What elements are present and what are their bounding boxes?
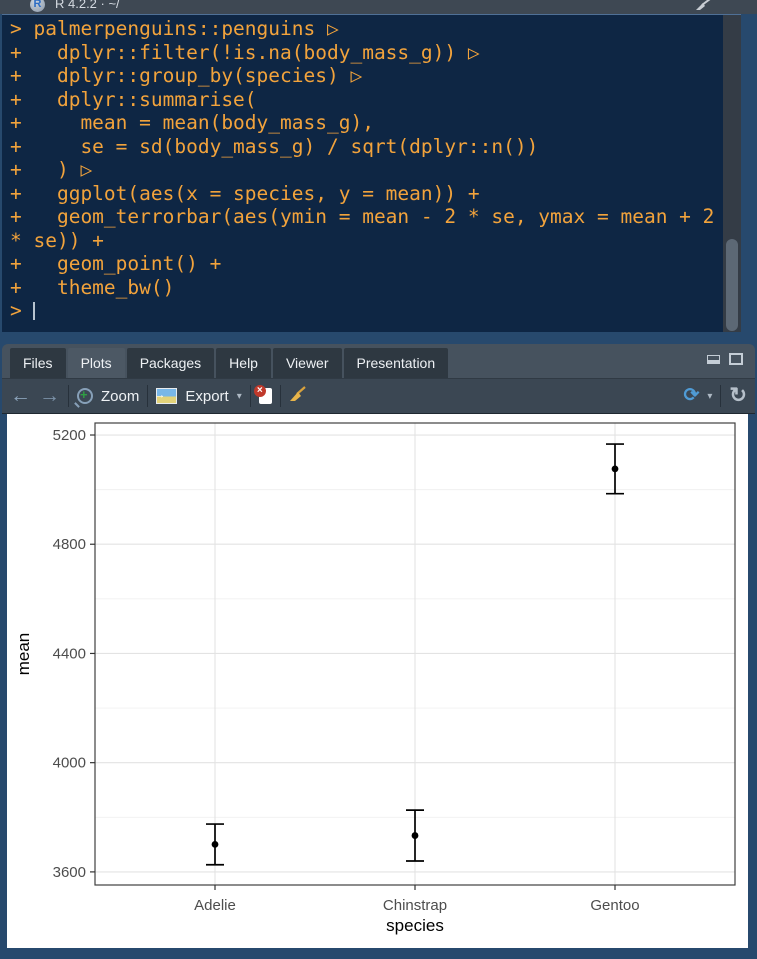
console-title: R 4.2.2 · ~/ [55, 0, 120, 11]
export-dropdown-caret-icon[interactable]: ▾ [237, 391, 242, 402]
console-line: + ggplot(aes(x = species, y = mean)) + [10, 182, 715, 206]
export-label: Export [185, 388, 228, 405]
maximize-pane-icon[interactable] [729, 353, 743, 365]
console-pane[interactable]: > palmerpenguins::penguins ▷+ dplyr::fil… [2, 14, 741, 332]
svg-text:5200: 5200 [53, 427, 86, 444]
pane-tabstrip: FilesPlotsPackagesHelpViewerPresentation [2, 344, 755, 378]
svg-text:Gentoo: Gentoo [590, 897, 639, 914]
console-scrollbar[interactable] [723, 15, 741, 332]
tab-files[interactable]: Files [10, 348, 66, 378]
console-line: > palmerpenguins::penguins ▷ [10, 17, 715, 41]
tab-packages[interactable]: Packages [127, 348, 214, 378]
next-plot-button[interactable]: → [39, 386, 60, 406]
publish-button[interactable]: ⟳ ▾ [675, 387, 720, 405]
svg-text:3600: 3600 [53, 864, 86, 881]
console-line: + geom_terrorbar(aes(ymin = mean - 2 * s… [10, 205, 715, 229]
console-line: + theme_bw() [10, 276, 715, 300]
svg-text:species: species [386, 916, 444, 935]
svg-text:4400: 4400 [53, 645, 86, 662]
pane-window-controls [707, 353, 743, 365]
console-line: + dplyr::filter(!is.na(body_mass_g)) ▷ [10, 41, 715, 65]
export-button[interactable]: Export ▾ [148, 388, 249, 405]
svg-text:4800: 4800 [53, 536, 86, 553]
tab-viewer[interactable]: Viewer [273, 348, 342, 378]
zoom-label: Zoom [101, 388, 139, 405]
publish-dropdown-caret-icon[interactable]: ▾ [707, 391, 712, 402]
refresh-plot-button[interactable]: ↻ [729, 386, 747, 406]
export-image-icon [156, 388, 177, 404]
console-line: + geom_point() + [10, 252, 715, 276]
console-line: + ) ▷ [10, 158, 715, 182]
console-scrollbar-thumb[interactable] [726, 239, 738, 331]
zoom-button[interactable]: + Zoom [69, 388, 147, 405]
svg-text:4000: 4000 [53, 755, 86, 772]
r-logo-icon: R [30, 0, 45, 12]
console-line: + se = sd(body_mass_g) / sqrt(dplyr::n()… [10, 135, 715, 159]
svg-text:Chinstrap: Chinstrap [383, 897, 447, 914]
clear-all-plots-broom-button[interactable] [289, 386, 307, 407]
console-line: + mean = mean(body_mass_g), [10, 111, 715, 135]
zoom-magnifier-icon: + [77, 388, 93, 404]
minimize-pane-icon[interactable] [707, 355, 720, 364]
previous-plot-button[interactable]: ← [10, 386, 31, 406]
tab-presentation[interactable]: Presentation [344, 348, 449, 378]
console-line: > [10, 299, 715, 323]
console-line: * se)) + [10, 229, 715, 253]
tab-help[interactable]: Help [216, 348, 271, 378]
svg-text:Adelie: Adelie [194, 897, 236, 914]
publish-icon: ⟳ [683, 387, 699, 405]
rstudio-window: R R 4.2.2 · ~/ > palmerpenguins::penguin… [0, 0, 757, 959]
plots-toolbar: ← → + Zoom Export ▾ [2, 378, 755, 414]
console-titlebar: R R 4.2.2 · ~/ [0, 0, 757, 14]
console-output: > palmerpenguins::penguins ▷+ dplyr::fil… [10, 17, 715, 323]
svg-text:mean: mean [14, 633, 33, 676]
remove-plot-button[interactable] [259, 388, 272, 404]
ggplot-chart: 5200 4800 4400 4000 3600 Adelie Chinstrap Gento… [7, 414, 748, 948]
plot-output: 5200 4800 4400 4000 3600 Adelie Chinstrap Gento… [7, 414, 748, 948]
text-cursor [33, 302, 35, 320]
tab-plots[interactable]: Plots [68, 348, 125, 378]
console-line: + dplyr::group_by(species) ▷ [10, 64, 715, 88]
console-line: + dplyr::summarise( [10, 88, 715, 112]
clear-console-broom-icon[interactable] [695, 0, 711, 14]
